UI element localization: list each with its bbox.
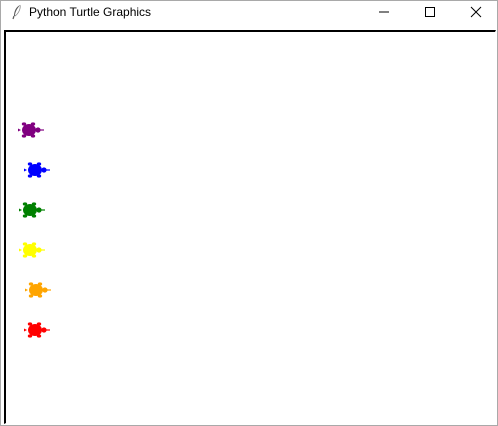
window-title: Python Turtle Graphics bbox=[29, 5, 152, 19]
close-button[interactable] bbox=[453, 1, 498, 23]
turtle-canvas[interactable] bbox=[4, 30, 496, 424]
turtle-orange-icon bbox=[25, 281, 51, 299]
turtle-window: Python Turtle Graphics bbox=[0, 0, 498, 426]
maximize-button[interactable] bbox=[407, 1, 453, 23]
title-bar[interactable]: Python Turtle Graphics bbox=[1, 1, 497, 23]
feather-icon bbox=[9, 4, 25, 20]
turtle-green-icon bbox=[19, 201, 45, 219]
maximize-icon bbox=[425, 7, 435, 17]
minimize-icon bbox=[379, 11, 389, 13]
turtle-blue-icon bbox=[24, 161, 50, 179]
turtle-yellow-icon bbox=[19, 241, 45, 259]
close-icon bbox=[470, 6, 482, 18]
minimize-button[interactable] bbox=[361, 1, 407, 23]
turtle-purple-icon bbox=[18, 121, 44, 139]
turtle-red-icon bbox=[24, 321, 50, 339]
